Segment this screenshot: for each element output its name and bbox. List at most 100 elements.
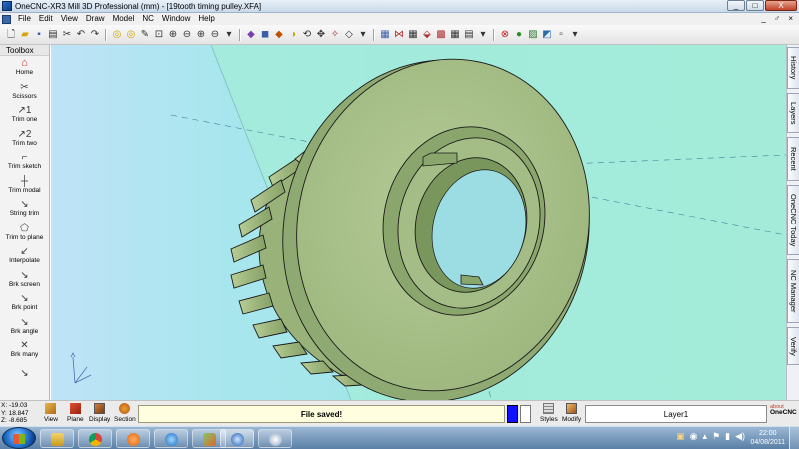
tray-signal-icon[interactable]: ▮ bbox=[725, 431, 730, 442]
toolpath-icon[interactable]: ▨ bbox=[527, 29, 539, 41]
tool-break-many[interactable]: ✕ Brk many bbox=[0, 338, 49, 362]
open-folder-icon[interactable]: ▰ bbox=[19, 29, 31, 41]
menu-help[interactable]: Help bbox=[194, 13, 218, 25]
undo-icon[interactable]: ↶ bbox=[75, 29, 87, 41]
layer-grid-icon[interactable]: ▦ bbox=[379, 29, 391, 41]
taskbar-media-player[interactable] bbox=[116, 429, 150, 448]
tool-trim-sketch[interactable]: ⌐ Trim sketch bbox=[0, 150, 49, 174]
menu-view[interactable]: View bbox=[57, 13, 82, 25]
post-icon[interactable]: ▫ bbox=[555, 29, 567, 41]
tray-volume-icon[interactable]: ◀) bbox=[735, 431, 745, 442]
modify-button[interactable]: Modify bbox=[562, 403, 581, 423]
taskbar-clock[interactable]: 22:00 04/08/2011 bbox=[750, 429, 785, 447]
matrix-icon[interactable]: ▩ bbox=[435, 29, 447, 41]
tab-label: Verify bbox=[789, 336, 798, 356]
section-button[interactable]: Section bbox=[114, 403, 136, 423]
graphics-viewport[interactable] bbox=[51, 45, 786, 400]
cut-icon[interactable]: ✂ bbox=[61, 29, 73, 41]
shaded-view-icon[interactable]: ◼ bbox=[259, 29, 271, 41]
maximize-button[interactable]: □ bbox=[746, 0, 764, 11]
run-icon[interactable]: ● bbox=[513, 29, 525, 41]
tool-break-angle[interactable]: ↘ Brk angle bbox=[0, 315, 49, 339]
save-icon[interactable]: ▪ bbox=[33, 29, 45, 41]
menu-edit[interactable]: Edit bbox=[35, 13, 57, 25]
zoom-fit-icon[interactable]: ◎ bbox=[111, 29, 123, 41]
taskbar-internet-explorer[interactable] bbox=[154, 429, 188, 448]
taskbar-chrome[interactable] bbox=[78, 429, 112, 448]
tray-flag-icon[interactable]: ⚑ bbox=[712, 431, 720, 442]
tool-home[interactable]: ⌂ Home bbox=[0, 56, 49, 80]
show-desktop-button[interactable] bbox=[789, 427, 799, 449]
grid-icon[interactable]: ▦ bbox=[407, 29, 419, 41]
tool-trim-two[interactable]: ↗2 Trim two bbox=[0, 127, 49, 151]
menu-model[interactable]: Model bbox=[109, 13, 139, 25]
tray-app-icon[interactable]: ▣ bbox=[676, 431, 685, 442]
zoom-out-icon[interactable]: ⊖ bbox=[181, 29, 193, 41]
solid-view-icon[interactable]: ◆ bbox=[245, 29, 257, 41]
tray-arrow-icon[interactable]: ▴ bbox=[703, 431, 708, 442]
stop-icon[interactable]: ⊗ bbox=[499, 29, 511, 41]
view-hidden-icon[interactable]: ✧ bbox=[329, 29, 341, 41]
minimize-button[interactable]: _ bbox=[727, 0, 745, 11]
pen-icon[interactable]: ✎ bbox=[139, 29, 151, 41]
view-iso-icon[interactable]: ◇ bbox=[343, 29, 355, 41]
new-file-icon[interactable]: 🗋 bbox=[5, 29, 17, 41]
display-button[interactable]: Display bbox=[89, 403, 110, 423]
view-button[interactable]: View bbox=[44, 403, 58, 423]
taskbar-onecnc[interactable] bbox=[220, 429, 254, 448]
styles-button[interactable]: Styles bbox=[540, 403, 558, 423]
tab-recent[interactable]: Recent bbox=[787, 137, 799, 181]
render-icon[interactable]: ◆ bbox=[273, 29, 285, 41]
tab-history[interactable]: History bbox=[787, 47, 799, 89]
taskbar-explorer[interactable] bbox=[40, 429, 74, 448]
zoom-box-icon[interactable]: ⊡ bbox=[153, 29, 165, 41]
rotate-icon[interactable]: ⟲ bbox=[301, 29, 313, 41]
menu-window[interactable]: Window bbox=[158, 13, 194, 25]
plane-icon[interactable]: ⬙ bbox=[421, 29, 433, 41]
tool-trim-modal[interactable]: ┼ Trim modal bbox=[0, 174, 49, 198]
print-icon[interactable]: ▤ bbox=[47, 29, 59, 41]
tool-break-point[interactable]: ↘ Brk point bbox=[0, 291, 49, 315]
current-color-swatch[interactable] bbox=[507, 405, 518, 423]
tool-trim-one[interactable]: ↗1 Trim one bbox=[0, 103, 49, 127]
modify-label: Modify bbox=[562, 416, 582, 423]
tool-break-screen[interactable]: ↘ Brk screen bbox=[0, 268, 49, 292]
close-button[interactable]: X bbox=[765, 0, 797, 11]
tab-nc-manager[interactable]: NC Manager bbox=[787, 259, 799, 323]
redo-icon[interactable]: ↷ bbox=[89, 29, 101, 41]
secondary-color-swatch[interactable] bbox=[520, 405, 531, 423]
document-icon[interactable] bbox=[2, 14, 11, 24]
start-button[interactable] bbox=[2, 427, 36, 449]
tab-verify[interactable]: Verify bbox=[787, 327, 799, 365]
wire-view-icon[interactable]: ◑ bbox=[287, 29, 299, 41]
dropdown-arrow-icon[interactable]: ▾ bbox=[569, 29, 581, 41]
snap-icon[interactable]: ⋈ bbox=[393, 29, 405, 41]
tool-interpolate[interactable]: ↙ Interpolate bbox=[0, 244, 49, 268]
mdi-window-controls[interactable]: _ ♂ × bbox=[761, 13, 796, 25]
layer-selector[interactable]: Layer1 bbox=[585, 405, 767, 423]
tab-layers[interactable]: Layers bbox=[787, 93, 799, 133]
tool-trim-to-plane[interactable]: ⬠ Trim to plane bbox=[0, 221, 49, 245]
zoom-window-icon[interactable]: ◎ bbox=[125, 29, 137, 41]
simulate-icon[interactable]: ◩ bbox=[541, 29, 553, 41]
taskbar-app2[interactable] bbox=[258, 429, 292, 448]
menu-nc[interactable]: NC bbox=[138, 13, 158, 25]
zoom-previous-icon[interactable]: ⊕ bbox=[195, 29, 207, 41]
dropdown-arrow-icon[interactable]: ▾ bbox=[357, 29, 369, 41]
zoom-all-icon[interactable]: ⊖ bbox=[209, 29, 221, 41]
about-onecnc-link[interactable]: about OneCNC bbox=[770, 404, 797, 416]
tool-string-trim[interactable]: ↘ String trim bbox=[0, 197, 49, 221]
dropdown-arrow-icon[interactable]: ▾ bbox=[223, 29, 235, 41]
tool-scissors[interactable]: ✂ Scissors bbox=[0, 80, 49, 104]
tab-onecnc-today[interactable]: OneCNC Today bbox=[787, 185, 799, 255]
menu-file[interactable]: File bbox=[14, 13, 35, 25]
dropdown-arrow-icon[interactable]: ▾ bbox=[477, 29, 489, 41]
zoom-in-icon[interactable]: ⊕ bbox=[167, 29, 179, 41]
plane-button[interactable]: Plane bbox=[67, 403, 84, 423]
tool-more[interactable]: ↘ bbox=[0, 362, 49, 386]
tray-network-icon[interactable]: ◉ bbox=[690, 431, 698, 442]
tile-icon[interactable]: ▤ bbox=[463, 29, 475, 41]
table-icon[interactable]: ▦ bbox=[449, 29, 461, 41]
menu-draw[interactable]: Draw bbox=[82, 13, 109, 25]
pan-icon[interactable]: ✥ bbox=[315, 29, 327, 41]
